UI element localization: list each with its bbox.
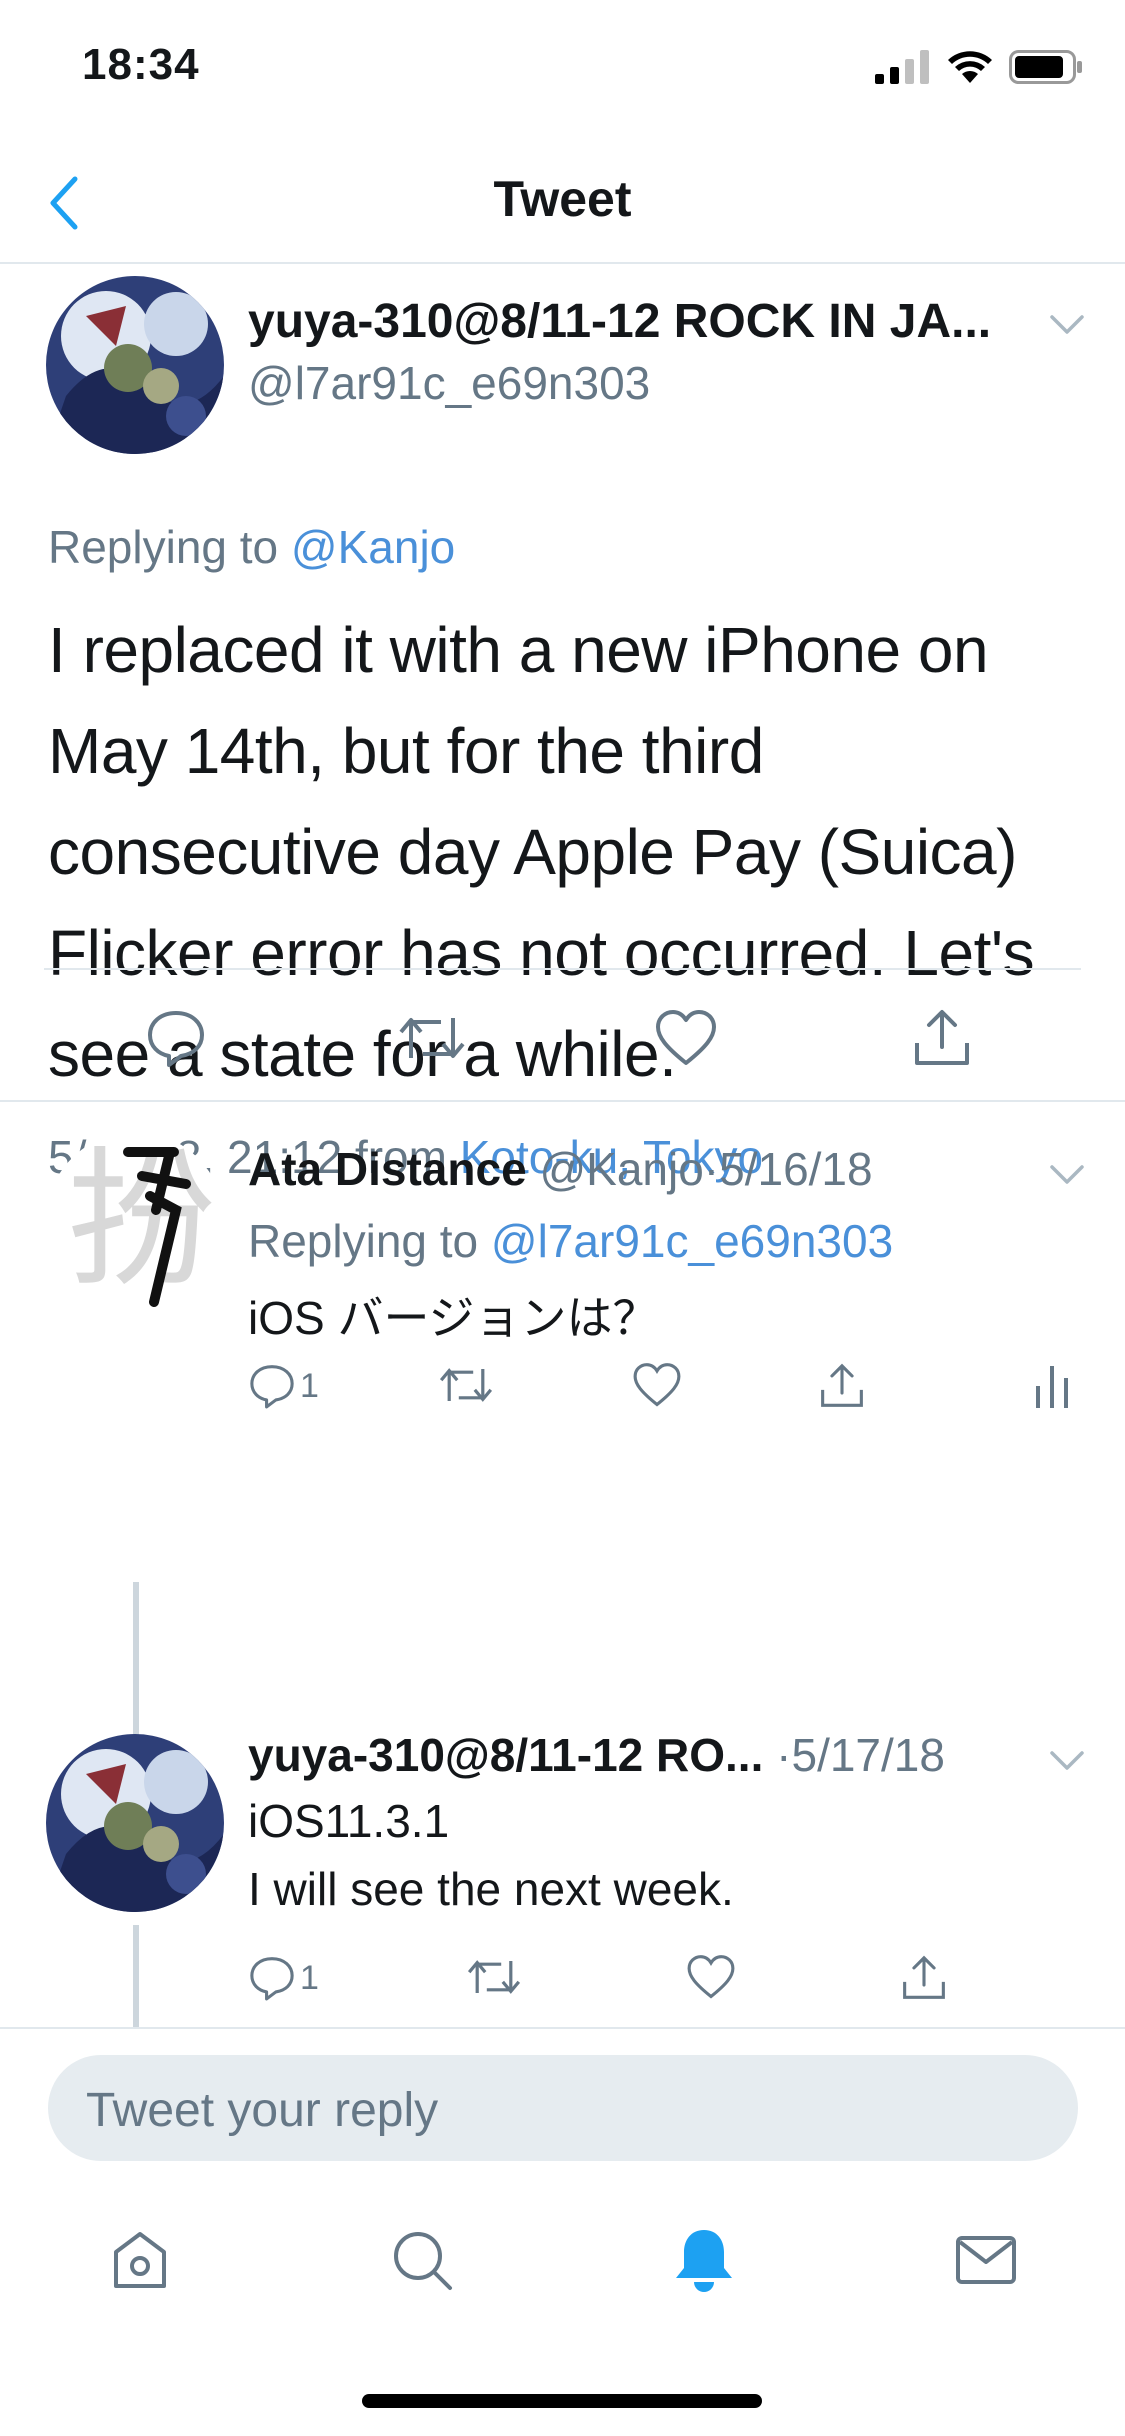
compose-placeholder: Tweet your reply bbox=[86, 2084, 439, 2137]
like-button[interactable] bbox=[632, 1362, 682, 1408]
share-icon bbox=[903, 1955, 945, 1999]
tweet-actions bbox=[0, 990, 1125, 1100]
tweet-menu-button[interactable] bbox=[1049, 1164, 1085, 1191]
author-name[interactable]: yuya-310@8/11-12 ROCK IN JA... bbox=[248, 294, 991, 349]
avatar[interactable] bbox=[46, 276, 224, 454]
reply-button[interactable] bbox=[136, 998, 216, 1078]
tweet-date: 5/16/18 bbox=[719, 1143, 873, 1195]
tweet-text-line: Flicker error has not occurred. Let's bbox=[48, 917, 1035, 989]
like-button[interactable] bbox=[646, 998, 726, 1078]
reply-count: 1 bbox=[300, 1366, 319, 1405]
tab-home[interactable] bbox=[100, 2220, 180, 2300]
analytics-icon bbox=[1036, 1366, 1068, 1408]
share-button[interactable] bbox=[902, 998, 982, 1078]
thread-line bbox=[133, 1925, 139, 2027]
home-indicator[interactable] bbox=[362, 2394, 762, 2408]
page-title: Tweet bbox=[493, 171, 632, 227]
divider bbox=[44, 968, 1081, 970]
replying-to: Replying to @l7ar91c_e69n303 bbox=[248, 1214, 893, 1268]
notifications-icon bbox=[676, 2230, 732, 2292]
chevron-down-icon bbox=[1050, 315, 1084, 334]
replying-to: Replying to @Kanjo bbox=[48, 520, 455, 574]
chevron-down-icon bbox=[1050, 1751, 1084, 1770]
reply-tweet: yuya-310@8/11-12 RO... ·5/17/18 iOS11.3.… bbox=[0, 1710, 1125, 2027]
wifi-icon bbox=[948, 51, 992, 83]
tweet-menu-button[interactable] bbox=[1049, 1750, 1085, 1777]
author-name[interactable]: yuya-310@8/11-12 RO... bbox=[248, 1729, 763, 1781]
reply-icon bbox=[148, 1011, 204, 1067]
reply-button[interactable]: 1 bbox=[248, 1362, 319, 1410]
tweet-text-line: May 14th, but for the third bbox=[48, 715, 764, 787]
reply-text-line: iOS11.3.1 bbox=[248, 1795, 450, 1847]
messages-icon bbox=[956, 2236, 1016, 2284]
share-icon bbox=[821, 1363, 863, 1407]
tweet-menu-button[interactable] bbox=[1049, 314, 1085, 341]
reply-text-line: I will see the next week. bbox=[248, 1863, 734, 1915]
reply-header: yuya-310@8/11-12 RO... ·5/17/18 bbox=[248, 1728, 945, 1782]
tab-search[interactable] bbox=[382, 2220, 462, 2300]
tab-messages[interactable] bbox=[946, 2220, 1026, 2300]
tab-bar bbox=[0, 2200, 1125, 2330]
divider bbox=[0, 2027, 1125, 2029]
battery-icon bbox=[1009, 50, 1082, 84]
author-handle[interactable]: @l7ar91c_e69n303 bbox=[248, 356, 650, 410]
retweet-button[interactable] bbox=[466, 1954, 522, 2000]
status-icons bbox=[875, 50, 1083, 84]
reply-compose-field[interactable]: Tweet your reply bbox=[48, 2055, 1078, 2161]
signal-icon bbox=[875, 50, 929, 84]
search-icon bbox=[394, 2232, 452, 2290]
chevron-down-icon bbox=[1050, 1165, 1084, 1184]
heart-icon bbox=[633, 1363, 681, 1407]
share-icon bbox=[915, 1010, 969, 1065]
like-button[interactable] bbox=[686, 1954, 736, 2000]
author-handle[interactable]: @Kanjo bbox=[539, 1143, 703, 1195]
retweet-icon bbox=[467, 1960, 521, 1994]
retweet-icon bbox=[399, 1018, 465, 1058]
reply-icon bbox=[250, 1957, 294, 2001]
retweet-button[interactable] bbox=[392, 998, 472, 1078]
tweet-text-line: consecutive day Apple Pay (Suica) bbox=[48, 816, 1017, 888]
tweet-text-line: I replaced it with a new iPhone on bbox=[48, 614, 989, 686]
reply-count: 1 bbox=[300, 1958, 319, 1997]
replying-prefix: Replying to bbox=[48, 521, 279, 573]
share-button[interactable] bbox=[900, 1954, 948, 2002]
home-icon bbox=[114, 2232, 166, 2288]
avatar[interactable] bbox=[46, 1734, 224, 1912]
retweet-icon bbox=[439, 1368, 493, 1402]
retweet-button[interactable] bbox=[438, 1362, 494, 1408]
status-time: 18:34 bbox=[82, 40, 200, 89]
heart-icon bbox=[656, 1010, 716, 1065]
reply-icon bbox=[250, 1365, 294, 1409]
avatar[interactable]: 扮 bbox=[46, 1132, 224, 1310]
heart-icon bbox=[687, 1955, 735, 1999]
separator: · bbox=[776, 1729, 792, 1781]
replying-handle-link[interactable]: @l7ar91c_e69n303 bbox=[491, 1215, 893, 1267]
reply-button[interactable]: 1 bbox=[248, 1954, 319, 2002]
share-button[interactable] bbox=[818, 1362, 866, 1410]
tweet-date: 5/17/18 bbox=[791, 1729, 945, 1781]
replying-prefix: Replying to bbox=[248, 1215, 479, 1267]
reply-tweet: 扮 Ata Distance @Kanjo·5/16/18 Replying t… bbox=[0, 1102, 1125, 1802]
analytics-button[interactable] bbox=[1032, 1362, 1072, 1410]
reply-header: Ata Distance @Kanjo·5/16/18 bbox=[248, 1142, 873, 1196]
reply-text: iOS バージョンは？ bbox=[248, 1292, 659, 1344]
replying-handle-link[interactable]: @Kanjo bbox=[291, 521, 455, 573]
nav-bar: Tweet bbox=[0, 140, 1125, 264]
tab-notifications[interactable] bbox=[664, 2220, 744, 2300]
status-bar: 18:34 bbox=[0, 0, 1125, 140]
svg-text:扮: 扮 bbox=[66, 1134, 216, 1308]
separator: · bbox=[703, 1143, 720, 1195]
author-name[interactable]: Ata Distance bbox=[248, 1143, 527, 1195]
